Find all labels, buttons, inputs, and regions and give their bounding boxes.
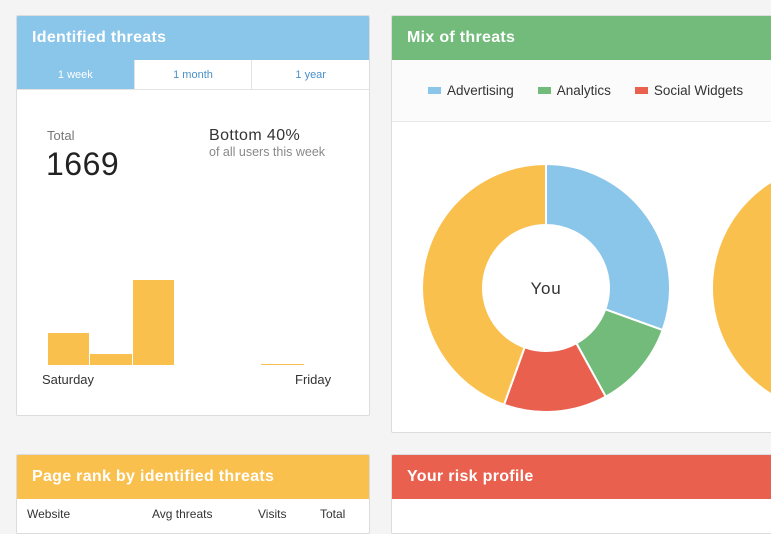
rank-title: Bottom 40% bbox=[209, 127, 301, 144]
bar-sunday bbox=[90, 354, 132, 365]
page-rank-card: Page rank by identified threats Website … bbox=[16, 454, 370, 534]
second-donut-chart[interactable] bbox=[713, 164, 771, 412]
total-label: Total bbox=[47, 128, 75, 143]
legend-label-advertising: Advertising bbox=[447, 83, 514, 98]
page-rank-title: Page rank by identified threats bbox=[17, 455, 369, 499]
tab-1-year[interactable]: 1 year bbox=[251, 60, 369, 89]
mix-of-threats-card: Mix of threats Advertising Analytics Soc… bbox=[391, 15, 771, 433]
column-header-website[interactable]: Website bbox=[27, 507, 152, 521]
legend-label-analytics: Analytics bbox=[556, 83, 611, 98]
legend-swatch-analytics bbox=[537, 87, 551, 94]
identified-threats-card: Identified threats 1 week 1 month 1 year… bbox=[16, 15, 370, 416]
donut-center-label: You bbox=[530, 279, 561, 298]
period-tabs: 1 week 1 month 1 year bbox=[17, 60, 369, 90]
total-value: 1669 bbox=[46, 146, 120, 182]
page-rank-column-headers: Website Avg threats Visits Total bbox=[17, 499, 369, 521]
bar-saturday bbox=[48, 333, 89, 365]
legend-item-analytics[interactable]: Analytics bbox=[537, 83, 611, 98]
legend-swatch-social-widgets bbox=[634, 87, 648, 94]
identified-threats-title: Identified threats bbox=[17, 16, 369, 60]
legend-swatch-advertising bbox=[428, 87, 441, 94]
legend-label-social-widgets: Social Widgets bbox=[653, 83, 744, 98]
legend: Advertising Analytics Social Widgets bbox=[392, 60, 771, 122]
bar-monday bbox=[133, 280, 174, 365]
risk-profile-title: Your risk profile bbox=[392, 455, 771, 499]
legend-item-social-widgets[interactable]: Social Widgets bbox=[634, 83, 744, 98]
legend-item-advertising[interactable]: Advertising bbox=[428, 83, 514, 98]
bar-friday bbox=[261, 364, 304, 365]
tab-1-week[interactable]: 1 week bbox=[17, 60, 134, 89]
tab-1-month[interactable]: 1 month bbox=[133, 60, 252, 89]
risk-profile-card: Your risk profile bbox=[391, 454, 771, 534]
rank-subtitle: of all users this week bbox=[209, 145, 326, 159]
donut-slice-advertising[interactable] bbox=[545, 162, 671, 332]
column-header-total[interactable]: Total bbox=[320, 507, 345, 521]
threat-mix-donut-chart: You bbox=[421, 162, 771, 413]
x-axis-end-label: Friday bbox=[295, 372, 332, 387]
column-header-avg-threats[interactable]: Avg threats bbox=[152, 507, 258, 521]
x-axis-start-label: Saturday bbox=[42, 372, 95, 387]
mix-of-threats-title: Mix of threats bbox=[392, 16, 771, 60]
column-header-visits[interactable]: Visits bbox=[258, 507, 320, 521]
